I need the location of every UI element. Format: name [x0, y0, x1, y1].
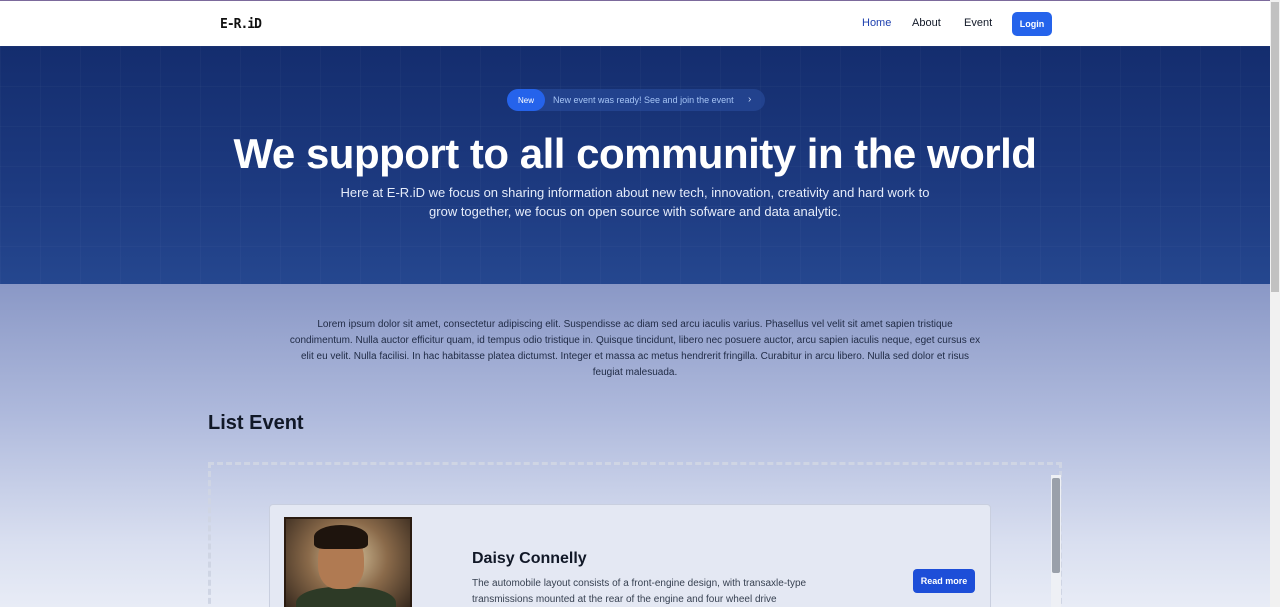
announcement-text: New event was ready! See and join the ev… — [553, 95, 734, 105]
hero-section: New New event was ready! See and join th… — [0, 46, 1270, 284]
event-list-scrollbar-thumb[interactable] — [1052, 478, 1060, 573]
list-event-heading: List Event — [208, 412, 304, 434]
avatar-shirt-shape — [296, 587, 396, 607]
new-badge: New — [507, 89, 545, 111]
brand-logo[interactable]: E-R.iD — [220, 17, 262, 32]
page-scrollbar-thumb[interactable] — [1271, 2, 1279, 292]
event-list-container: Daisy Connelly The automobile layout con… — [208, 462, 1062, 607]
login-button[interactable]: Login — [1012, 12, 1052, 36]
content-section: Lorem ipsum dolor sit amet, consectetur … — [0, 284, 1270, 607]
chevron-right-icon: › — [748, 94, 752, 105]
avatar-hair-shape — [314, 525, 368, 549]
hero-description: Here at E-R.iD we focus on sharing infor… — [340, 185, 930, 219]
announcement-pill[interactable]: New New event was ready! See and join th… — [507, 89, 765, 111]
nav-link-about[interactable]: About — [912, 17, 941, 29]
nav-link-event[interactable]: Event — [964, 17, 992, 29]
intro-paragraph: Lorem ipsum dolor sit amet, consectetur … — [289, 319, 981, 378]
event-name: Daisy Connelly — [472, 550, 587, 567]
event-card: Daisy Connelly The automobile layout con… — [269, 504, 991, 607]
event-description: The automobile layout consists of a fron… — [472, 578, 807, 605]
nav-link-home[interactable]: Home — [862, 17, 891, 29]
read-more-button[interactable]: Read more — [913, 569, 975, 593]
navbar: E-R.iD Home About Event Login — [0, 1, 1270, 46]
event-avatar-image — [284, 517, 412, 607]
hero-title: We support to all community in the world — [233, 130, 1037, 177]
